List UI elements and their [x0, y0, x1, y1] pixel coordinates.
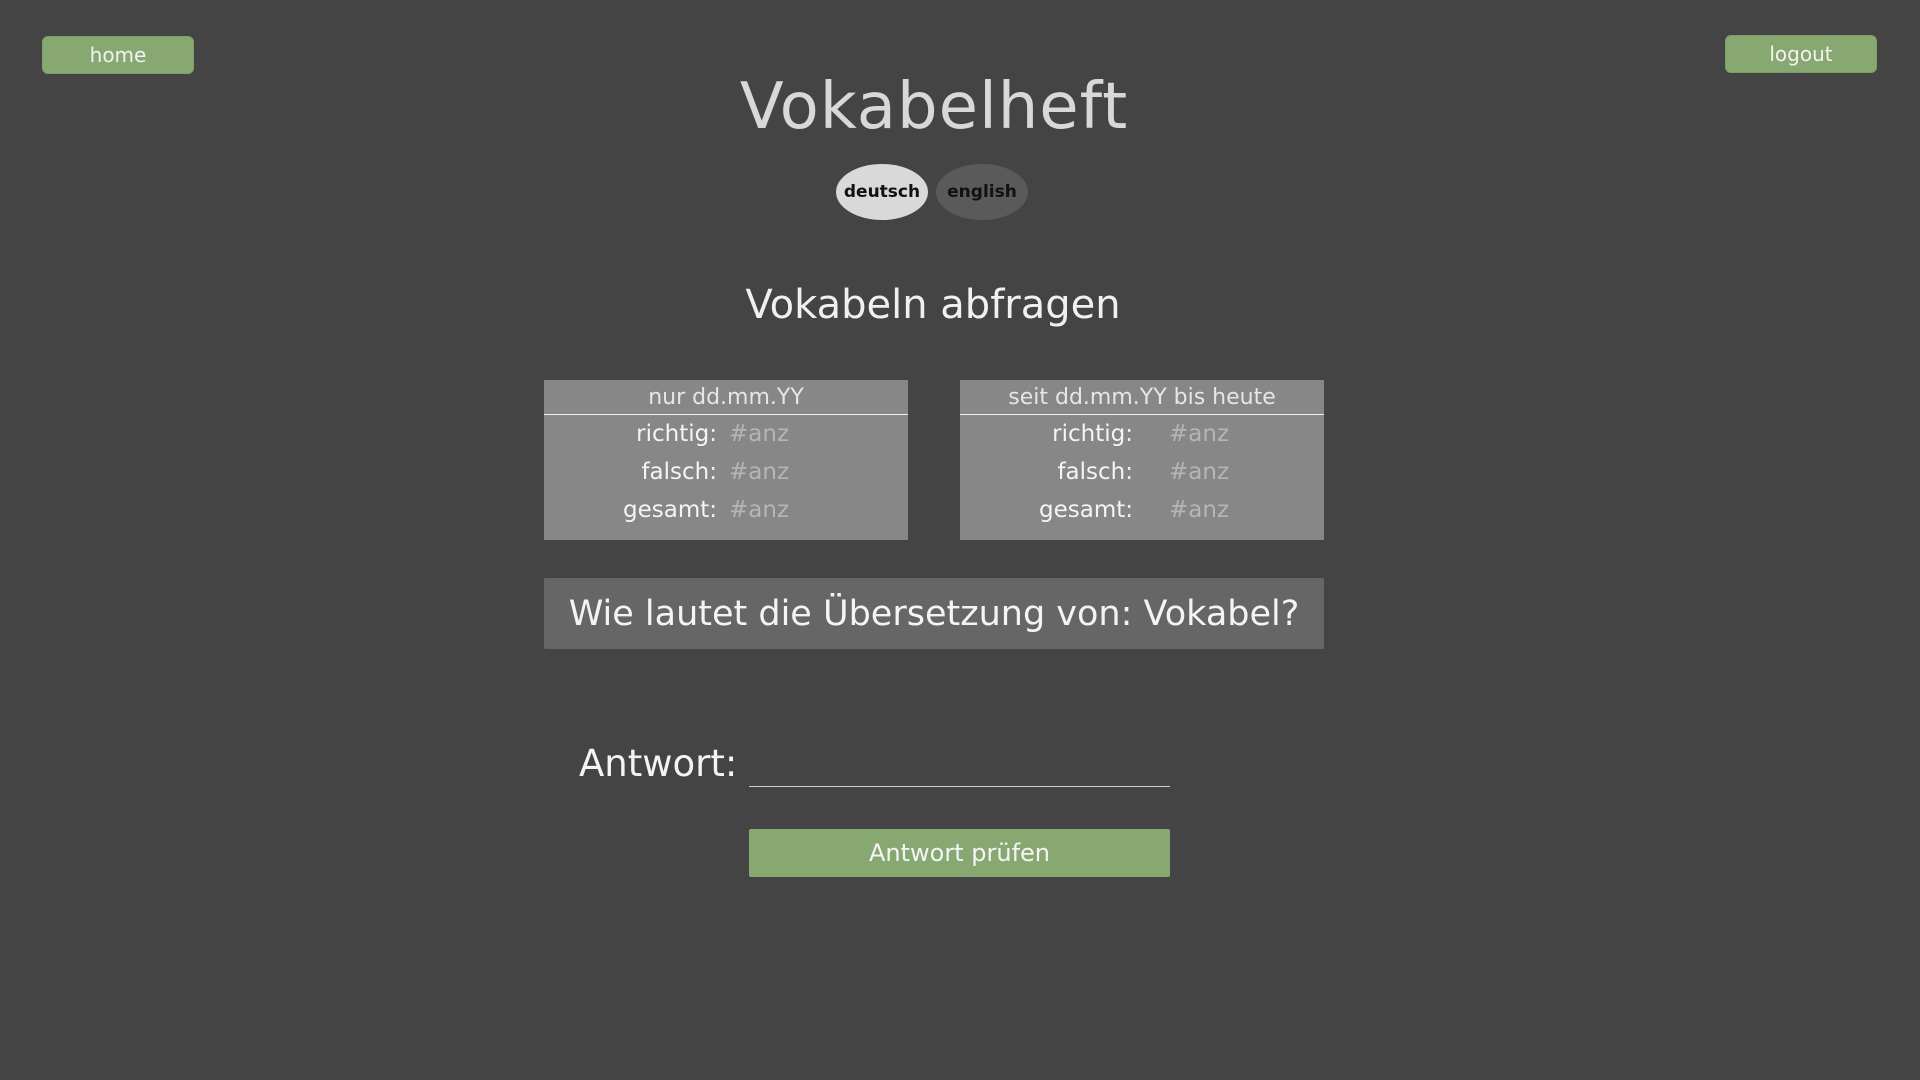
section-title: Vokabeln abfragen	[745, 282, 1121, 328]
answer-label: Antwort:	[579, 742, 738, 785]
stats-value: #anz	[1169, 421, 1230, 447]
stats-value: #anz	[729, 459, 790, 485]
stats-since-heading: seit dd.mm.YY bis heute	[960, 380, 1324, 415]
language-option-english[interactable]: english	[936, 164, 1028, 220]
check-answer-button[interactable]: Antwort prüfen	[749, 829, 1170, 877]
stats-value: #anz	[729, 497, 790, 523]
stats-label: richtig:	[1052, 421, 1133, 447]
stats-label: richtig:	[636, 421, 717, 447]
stats-label: falsch:	[1057, 459, 1133, 485]
stats-label: gesamt:	[623, 497, 717, 523]
stats-row-total: gesamt: #anz	[544, 491, 908, 529]
language-option-deutsch[interactable]: deutsch	[836, 164, 928, 220]
stats-label: gesamt:	[1039, 497, 1133, 523]
logout-button[interactable]: logout	[1725, 35, 1877, 73]
app-title: Vokabelheft	[739, 70, 1129, 144]
stats-since-panel: seit dd.mm.YY bis heute richtig: #anz fa…	[960, 380, 1324, 540]
stats-row-wrong: falsch: #anz	[960, 453, 1324, 491]
stats-row-correct: richtig: #anz	[960, 415, 1324, 453]
stats-label: falsch:	[641, 459, 717, 485]
stats-row-correct: richtig: #anz	[544, 415, 908, 453]
stats-today-panel: nur dd.mm.YY richtig: #anz falsch: #anz …	[544, 380, 908, 540]
stats-value: #anz	[1169, 497, 1230, 523]
stats-value: #anz	[1169, 459, 1230, 485]
question-prompt: Wie lautet die Übersetzung von: Vokabel?	[544, 578, 1324, 649]
home-button[interactable]: home	[42, 36, 194, 74]
language-switch: deutsch english	[836, 164, 1028, 220]
vokabelheft-page: home logout Vokabelheft deutsch english …	[0, 0, 1920, 1080]
stats-row-wrong: falsch: #anz	[544, 453, 908, 491]
stats-value: #anz	[729, 421, 790, 447]
stats-row-total: gesamt: #anz	[960, 491, 1324, 529]
answer-input[interactable]	[749, 744, 1170, 787]
stats-today-heading: nur dd.mm.YY	[544, 380, 908, 415]
